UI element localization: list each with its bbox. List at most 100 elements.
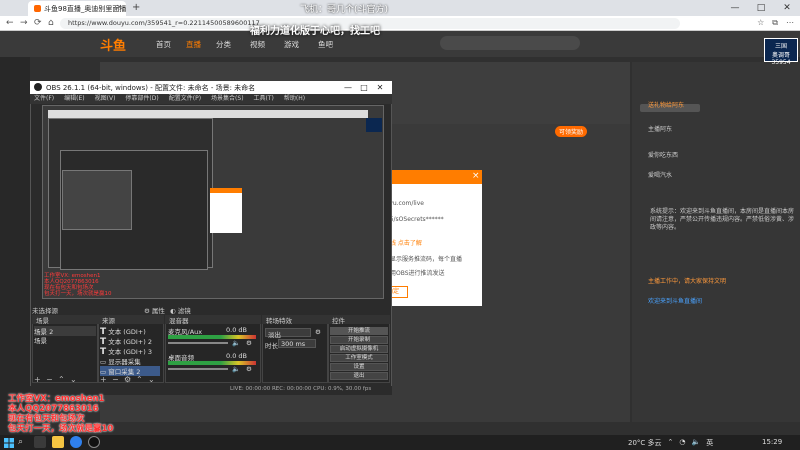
douyu-sidebar (0, 57, 30, 435)
mixer-desktop-speaker-icon[interactable]: 🔈 (232, 365, 240, 373)
star-icon[interactable]: ☆ (757, 18, 764, 28)
menu-tools[interactable]: 工具(T) (254, 94, 274, 104)
forward-icon[interactable]: → (20, 18, 28, 28)
nav-home[interactable]: 首页 (156, 39, 171, 50)
browser-app-icon[interactable] (70, 436, 82, 448)
menu-view[interactable]: 视图(V) (95, 94, 116, 104)
promo-line-2: 本人QQ2077863016 (8, 404, 99, 414)
mixer-mic-gear-icon[interactable]: ⚙ (246, 339, 252, 347)
preview-nested-logo (366, 118, 382, 132)
obs-close-button[interactable]: ✕ (372, 81, 388, 94)
menu-icon[interactable]: ⋯ (786, 18, 794, 28)
home-icon[interactable]: ⌂ (48, 18, 54, 28)
duration-label: 时长 (265, 342, 278, 350)
close-button[interactable]: ✕ (774, 0, 800, 16)
settings-button[interactable]: 设置 (330, 363, 388, 371)
source-down-icon[interactable]: ⌄ (148, 375, 155, 384)
window-controls: — □ ✕ (722, 0, 800, 16)
promo-line-1: 工作室VX：emoshen1 (8, 394, 105, 404)
transition-select[interactable]: 淡出 (265, 328, 311, 339)
chat-msg-3: 爱你吃东西 (648, 152, 679, 159)
promo-line-4: 包天打一天，场次就是赢10 (8, 424, 114, 434)
transition-gear-icon[interactable]: ⚙ (315, 328, 321, 336)
tab-title: 斗鱼98直播_奥迪别里面播 (44, 5, 126, 13)
taskbar-clock[interactable]: 15:29 (762, 438, 782, 446)
taskbar-search-icon[interactable]: ⌕ (18, 437, 23, 447)
nav-fishbar[interactable]: 鱼吧 (318, 39, 333, 50)
preview-red-overlay-text: 工作室VX: emoshen1 本人QQ2077863016 现在有包天和包场次… (44, 273, 112, 297)
new-tab-icon[interactable]: + (132, 2, 140, 13)
mixer-mic-slider[interactable] (168, 342, 228, 344)
menu-edit[interactable]: 编辑(E) (64, 94, 84, 104)
transitions-header: 转场特效 (262, 315, 328, 325)
virtual-camera-button[interactable]: 启动虚拟摄像机 (330, 345, 388, 353)
scene-remove-icon[interactable]: − (46, 375, 53, 384)
obs-app-icon[interactable] (88, 436, 100, 448)
dialog-close-icon[interactable]: × (472, 171, 480, 181)
extensions-icon[interactable]: ⧉ (772, 18, 778, 28)
mixer-mic-speaker-icon[interactable]: 🔈 (232, 339, 240, 347)
start-streaming-button[interactable]: 开始推流 (330, 327, 388, 335)
minimize-button[interactable]: — (722, 0, 748, 16)
menu-file[interactable]: 文件(F) (34, 94, 54, 104)
reload-icon[interactable]: ⟳ (34, 18, 42, 28)
anchor-logo: 三国 奥调哥 35954 (764, 38, 798, 66)
studio-mode-button[interactable]: 工作室模式 (330, 354, 388, 362)
nav-video[interactable]: 视频 (250, 39, 265, 50)
menu-scene-collection[interactable]: 场景集合(S) (211, 94, 244, 104)
scene-up-icon[interactable]: ⌃ (58, 375, 65, 384)
task-view-icon[interactable] (34, 436, 46, 448)
source-settings-icon[interactable]: ⚙ (124, 375, 131, 384)
maximize-button[interactable]: □ (748, 0, 774, 16)
mixer-header: 混音器 (165, 315, 261, 325)
obs-maximize-button[interactable]: □ (356, 81, 372, 94)
scenes-header: 场景 (32, 315, 98, 325)
filters-button[interactable]: ◐ 滤镜 (170, 305, 191, 315)
preview-nested-browser-bar (48, 110, 368, 118)
file-explorer-icon[interactable] (52, 436, 64, 448)
volume-icon[interactable]: 🔈 (692, 438, 701, 448)
system-message: 系统提示：欢迎来到斗鱼直播间，本房间是直播间本房间请注意，严禁公开传播违规内容。… (650, 208, 795, 231)
preview-nested-dialog (210, 188, 242, 233)
source-remove-icon[interactable]: − (112, 375, 119, 384)
reward-pill[interactable]: 可领奖励 (555, 126, 588, 137)
input-language[interactable]: 英 (706, 438, 713, 448)
menu-profile[interactable]: 配置文件(P) (169, 94, 201, 104)
properties-button[interactable]: ⚙ 属性 (144, 305, 165, 315)
exit-button[interactable]: 退出 (330, 372, 388, 380)
scene-down-icon[interactable]: ⌄ (70, 375, 77, 384)
weather-widget[interactable]: 20°C 多云 (628, 438, 662, 448)
scene-item-2[interactable]: 场景 (34, 335, 47, 345)
obs-menubar: 文件(F) 编辑(E) 视图(V) 停靠部件(D) 配置文件(P) 场景集合(S… (30, 94, 392, 104)
obs-minimize-button[interactable]: — (340, 81, 356, 94)
source-up-icon[interactable]: ⌃ (136, 375, 143, 384)
network-icon[interactable]: ◔ (679, 438, 685, 448)
nav-category[interactable]: 分类 (216, 39, 231, 50)
system-tray: 20°C 多云 ⌃ ◔ 🔈 英 (628, 438, 713, 448)
start-recording-button[interactable]: 开始录制 (330, 336, 388, 344)
menu-help[interactable]: 帮助(H) (284, 94, 305, 104)
side-msg-2: 欢迎来到斗鱼直播间 (648, 298, 703, 305)
douyu-logo[interactable]: 斗鱼 (100, 35, 126, 54)
source-item-4[interactable]: ▭ 显示器采集 (100, 356, 141, 366)
windows-start-icon[interactable] (4, 438, 14, 448)
back-icon[interactable]: ← (6, 18, 14, 28)
tray-arrow-icon[interactable]: ⌃ (668, 438, 674, 448)
mixer-desktop-gear-icon[interactable]: ⚙ (246, 365, 252, 373)
source-add-icon[interactable]: + (100, 375, 107, 384)
mixer-mic-db: 0.0 dB (226, 326, 247, 334)
menu-docks[interactable]: 停靠部件(D) (125, 94, 158, 104)
scene-add-icon[interactable]: + (34, 375, 41, 384)
mixer-desktop-slider[interactable] (168, 368, 228, 370)
obs-logo-icon (34, 83, 42, 91)
browser-toolbar-icons: ☆ ⧉ ⋯ (757, 18, 794, 28)
close-tab-icon[interactable]: × (116, 3, 122, 11)
mixer-desktop-meter (168, 361, 256, 365)
mixer-mic-meter (168, 335, 256, 339)
controls-header: 控件 (328, 315, 390, 325)
douyu-search-input[interactable] (440, 36, 580, 50)
nav-live[interactable]: 直播 (186, 39, 201, 50)
browser-tab[interactable]: 斗鱼98直播_奥迪别里面播 × (28, 1, 126, 16)
duration-input[interactable]: 300 ms (278, 339, 316, 348)
nav-games[interactable]: 游戏 (284, 39, 299, 50)
